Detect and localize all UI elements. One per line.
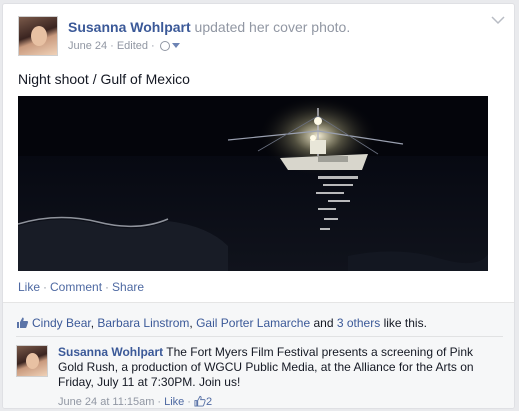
post-date[interactable]: June 24	[68, 40, 107, 52]
comment-like-count[interactable]: 2	[206, 396, 212, 408]
night-boat-image	[18, 96, 488, 271]
author-name[interactable]: Susanna Wohlpart	[68, 19, 191, 35]
liker-2[interactable]: Barbara Linstrom	[97, 316, 189, 330]
commenter-avatar[interactable]	[16, 345, 48, 377]
comment-like-link[interactable]: Like	[164, 396, 184, 408]
author-avatar[interactable]	[18, 16, 58, 56]
post-action-text: updated her cover photo.	[194, 19, 351, 35]
commenter-name[interactable]: Susanna Wohlpart	[58, 345, 163, 359]
post-actions: Like · Comment · Share	[18, 280, 145, 294]
globe-icon[interactable]	[159, 41, 170, 51]
likes-suffix: like this.	[383, 316, 427, 330]
liker-3[interactable]: Gail Porter Lamarche	[196, 316, 310, 330]
post-header: Susanna Wohlpart updated her cover photo…	[18, 16, 508, 58]
cover-photo[interactable]	[18, 96, 488, 271]
likes-summary: Cindy Bear, Barbara Linstrom, Gail Porte…	[16, 316, 427, 330]
chevron-down-icon[interactable]	[490, 14, 506, 26]
feedback-section: Cindy Bear, Barbara Linstrom, Gail Porte…	[3, 302, 514, 408]
comment-meta: June 24 at 11:15am · Like · 2	[58, 395, 213, 408]
post-caption: Night shoot / Gulf of Mexico	[18, 71, 190, 87]
like-link[interactable]: Like	[18, 280, 40, 294]
comment-time[interactable]: June 24 at 11:15am	[58, 396, 154, 408]
privacy-dropdown-icon[interactable]	[171, 43, 180, 48]
edited-label[interactable]: Edited	[117, 40, 148, 52]
liker-1[interactable]: Cindy Bear	[32, 316, 91, 330]
post-card: Susanna Wohlpart updated her cover photo…	[2, 3, 515, 409]
post-meta: June 24 · Edited ·	[68, 39, 180, 53]
likes-others-link[interactable]: 3 others	[337, 316, 380, 330]
comment-link[interactable]: Comment	[50, 280, 102, 294]
comment-body: Susanna Wohlpart The Fort Myers Film Fes…	[58, 345, 478, 390]
divider	[16, 336, 503, 337]
thumbs-up-icon	[194, 395, 206, 407]
thumbs-up-icon	[17, 317, 29, 328]
likes-and: and	[313, 316, 334, 330]
share-link[interactable]: Share	[112, 280, 144, 294]
comment-item: Susanna Wohlpart The Fort Myers Film Fes…	[16, 345, 506, 408]
post-title-line: Susanna Wohlpart updated her cover photo…	[68, 18, 350, 36]
